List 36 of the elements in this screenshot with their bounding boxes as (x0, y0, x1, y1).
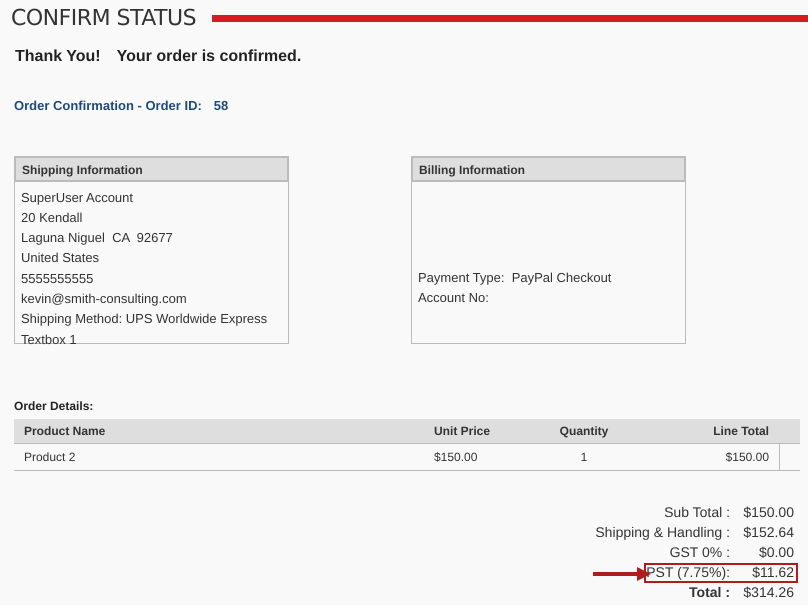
column-header: Unit Price (434, 422, 492, 440)
info-line: Account No: (418, 288, 490, 307)
table-cell-text: $150.00 (724, 448, 770, 466)
total-value: $150.00 (742, 503, 795, 522)
column-header: Product Name (23, 422, 106, 440)
info-line: 5555555555 (21, 270, 94, 288)
total-label: Sub Total : (664, 503, 731, 522)
total-value: $0.00 (758, 543, 795, 562)
info-line: Payment Type: PayPal Checkout (418, 268, 612, 287)
total-label: PST (7.75%): (646, 563, 731, 582)
confirmation-message: Your order is confirmed. (116, 47, 302, 67)
table-cell-text: $150.00 (434, 448, 478, 466)
panel-header: Billing Information (411, 156, 686, 182)
info-line: Shipping Method: UPS Worldwide Express (21, 310, 268, 328)
info-line: Textbox 1 (21, 330, 78, 349)
total-value: $314.26 (742, 583, 795, 602)
total-label: GST 0% : (670, 543, 731, 562)
info-line: Laguna Niguel CA 92677 (21, 229, 174, 248)
total-label: Total : (689, 583, 731, 602)
info-line: United States (21, 249, 100, 268)
page-title: CONFIRM STATUS (11, 6, 196, 32)
order-id: 58 (214, 97, 228, 115)
table-cell-text: Product 2 (23, 448, 76, 466)
info-line: 20 Kendall (21, 208, 84, 227)
column-header: Quantity (558, 422, 610, 440)
info-line: kevin@smith-consulting.com (21, 290, 188, 308)
panel-header: Shipping Information (14, 156, 289, 182)
order-confirmation-label: Order Confirmation - Order ID: (14, 97, 202, 115)
info-line: SuperUser Account (21, 188, 134, 207)
column-header: Line Total (712, 422, 770, 440)
total-label: Shipping & Handling : (595, 523, 731, 542)
order-details-label: Order Details: (13, 398, 94, 414)
thank-you-text: Thank You! (15, 47, 101, 67)
table-cell-text: 1 (580, 448, 588, 466)
total-value: $11.62 (751, 563, 795, 582)
total-value: $152.64 (742, 523, 795, 542)
